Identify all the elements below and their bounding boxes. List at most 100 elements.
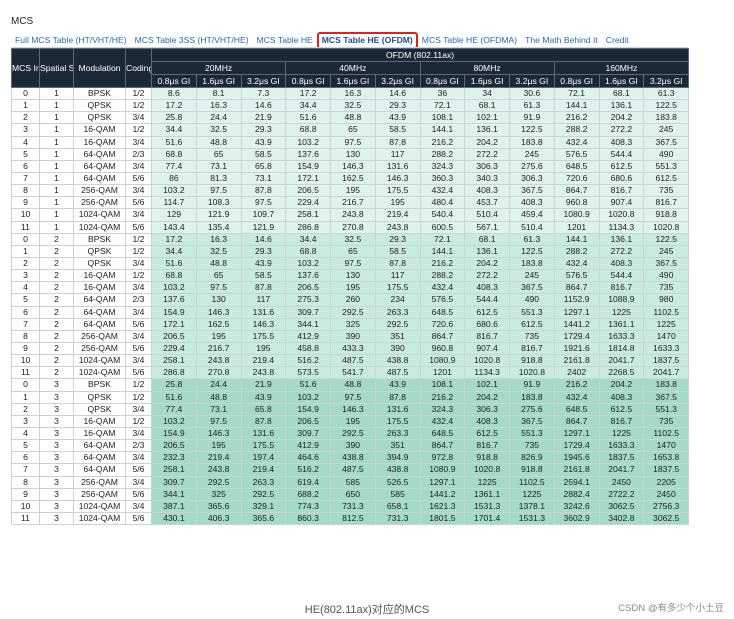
cell-data-rate: 108.1	[419, 378, 466, 392]
cell-data-rate: 103.2	[285, 135, 331, 149]
cell-data-rate: 68.1	[464, 232, 510, 246]
cell-data-rate: 288.2	[553, 123, 600, 137]
cell-data-rate: 2041.7	[643, 366, 690, 380]
cell-data-rate: 324.3	[419, 402, 466, 416]
cell-spatial-stream: 2	[39, 293, 74, 307]
cell-data-rate: 544.4	[598, 269, 645, 283]
tab-full-mcs-table-ht-vht-he[interactable]: Full MCS Table (HT/VHT/HE)	[11, 32, 131, 48]
header-bandwidth: 40MHz	[285, 61, 421, 75]
cell-data-rate: 229.4	[285, 196, 331, 210]
cell-data-rate: 600.5	[419, 220, 466, 234]
header-modulation: Modulation	[73, 48, 126, 88]
table-row: 1 1 QPSK 1/2 17.2 16.3 14.6 34.4 32.5 29.3 72.1 68.…	[11, 99, 690, 113]
cell-data-rate: 2594.1	[553, 475, 600, 489]
cell-data-rate: 972.8	[419, 451, 466, 465]
cell-data-rate: 91.9	[509, 378, 555, 392]
cell-spatial-stream: 2	[39, 329, 74, 343]
cell-mcs-index: 10	[11, 499, 40, 513]
cell-data-rate: 960.8	[553, 196, 600, 210]
cell-data-rate: 612.5	[598, 159, 645, 173]
tab-mcs-table-he-ofdma[interactable]: MCS Table HE (OFDMA)	[418, 32, 521, 48]
cell-data-rate: 34.4	[151, 123, 197, 137]
cell-mcs-index: 0	[11, 378, 40, 392]
cell-data-rate: 1470	[643, 329, 690, 343]
cell-spatial-stream: 3	[39, 487, 74, 501]
cell-coding: 3/4	[125, 135, 152, 149]
cell-data-rate: 61.3	[509, 99, 555, 113]
cell-modulation: 64-QAM	[73, 451, 126, 465]
cell-data-rate: 263.3	[374, 426, 421, 441]
cell-data-rate: 351	[374, 329, 421, 343]
table-row: 4 1 16-QAM 3/4 51.6 48.8 43.9 103.2 97.5 87.8 216.…	[11, 135, 690, 149]
cell-data-rate: 146.3	[330, 159, 376, 173]
cell-data-rate: 1020.8	[464, 463, 510, 477]
cell-data-rate: 1531.3	[509, 511, 555, 526]
cell-data-rate: 816.7	[464, 329, 510, 343]
cell-data-rate: 130	[195, 293, 242, 307]
tab-mcs-table-he-ofdm[interactable]: MCS Table HE (OFDM)	[316, 31, 418, 49]
cell-data-rate: 16.3	[330, 86, 376, 101]
cell-data-rate: 232.3	[151, 451, 197, 465]
cell-coding: 5/6	[125, 463, 152, 477]
cell-coding: 1/2	[125, 123, 152, 137]
cell-data-rate: 309.7	[285, 426, 331, 441]
cell-data-rate: 1531.3	[464, 499, 510, 513]
cell-modulation: 256-QAM	[73, 196, 126, 210]
cell-data-rate: 162.5	[330, 171, 376, 186]
cell-data-rate: 551.3	[643, 159, 690, 173]
cell-data-rate: 340.3	[464, 171, 510, 186]
cell-data-rate: 306.3	[464, 159, 510, 173]
cell-data-rate: 567.1	[464, 220, 510, 234]
cell-spatial-stream: 1	[39, 184, 74, 198]
cell-coding: 1/2	[125, 414, 152, 428]
cell-data-rate: 453.7	[464, 196, 510, 210]
table-row: 10 2 1024-QAM 3/4 258.1 243.8 219.4 516.2 487.5 4…	[11, 354, 690, 368]
cell-data-rate: 154.9	[285, 402, 331, 416]
cell-data-rate: 1921.6	[553, 341, 600, 356]
cell-data-rate: 412.9	[285, 439, 331, 453]
tab-credit[interactable]: Credit	[602, 32, 633, 48]
cell-data-rate: 175.5	[240, 329, 287, 343]
cell-data-rate: 275.6	[509, 159, 555, 173]
cell-data-rate: 154.9	[151, 305, 197, 319]
tab-mcs-table-he[interactable]: MCS Table HE	[253, 32, 317, 48]
tab-the-math-behind-it[interactable]: The Math Behind It	[521, 32, 602, 48]
cell-data-rate: 735	[643, 414, 690, 428]
cell-data-rate: 130	[330, 147, 376, 161]
cell-spatial-stream: 3	[39, 390, 74, 404]
cell-data-rate: 122.5	[643, 232, 690, 246]
cell-coding: 1/2	[125, 378, 152, 392]
cell-data-rate: 516.2	[285, 354, 331, 368]
cell-data-rate: 1441.2	[553, 317, 600, 331]
cell-data-rate: 68.8	[285, 123, 331, 137]
cell-data-rate: 980	[643, 293, 690, 307]
cell-data-rate: 1201	[419, 366, 466, 380]
cell-data-rate: 243.8	[195, 463, 242, 477]
cell-data-rate: 206.5	[285, 281, 331, 295]
cell-data-rate: 195	[195, 329, 242, 343]
cell-data-rate: 960.8	[419, 341, 466, 356]
cell-data-rate: 206.5	[151, 329, 197, 343]
cell-mcs-index: 9	[11, 487, 40, 501]
cell-data-rate: 1470	[643, 439, 690, 453]
cell-data-rate: 131.6	[240, 426, 287, 441]
cell-data-rate: 432.4	[553, 135, 600, 149]
cell-data-rate: 216.2	[419, 135, 466, 149]
table-row: 9 1 256-QAM 5/6 114.7 108.3 97.5 229.4 216.7 195 4…	[11, 196, 690, 210]
cell-mcs-index: 4	[11, 135, 40, 149]
cell-data-rate: 1297.1	[553, 426, 600, 441]
cell-data-rate: 36	[419, 86, 466, 101]
header-bandwidth: 80MHz	[419, 61, 555, 75]
cell-data-rate: 864.7	[553, 281, 600, 295]
cell-data-rate: 97.5	[195, 184, 242, 198]
cell-data-rate: 29.3	[240, 123, 287, 137]
cell-data-rate: 487.5	[374, 366, 421, 380]
cell-data-rate: 103.2	[285, 256, 331, 271]
cell-data-rate: 1080.9	[419, 354, 466, 368]
cell-data-rate: 292.5	[195, 475, 242, 489]
tab-mcs-table-3ss-ht-vht-he[interactable]: MCS Table 3SS (HT/VHT/HE)	[131, 32, 253, 48]
table-row: 3 2 16-QAM 1/2 68.8 65 58.5 137.6 130 117 288.2 272…	[11, 269, 690, 283]
cell-coding: 3/4	[125, 354, 152, 368]
cell-data-rate: 1701.4	[464, 511, 510, 526]
cell-coding: 3/4	[125, 305, 152, 319]
